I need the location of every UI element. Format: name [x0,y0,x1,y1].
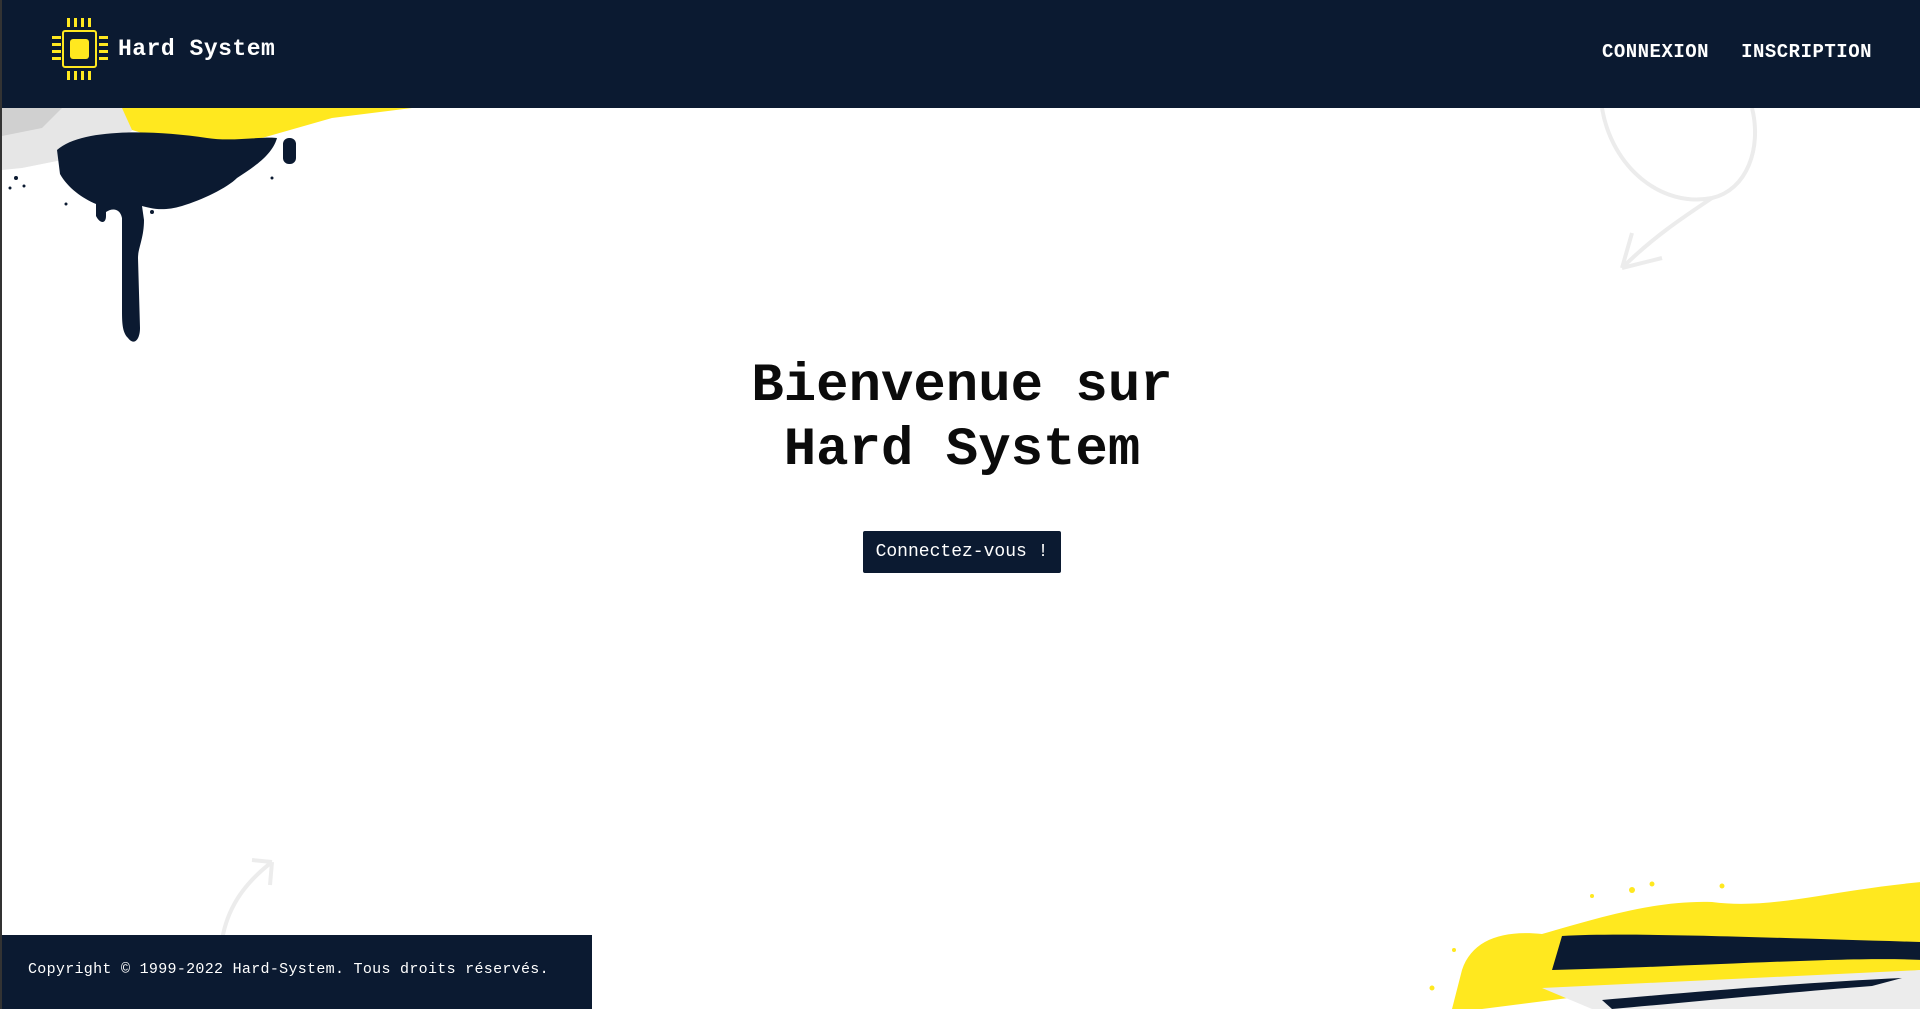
nav-login-link[interactable]: CONNEXION [1602,41,1709,63]
brand-link[interactable]: Hard System [50,16,275,82]
nav-signup-link[interactable]: INSCRIPTION [1741,41,1872,63]
paint-splash-bottom-right [1429,881,1920,1009]
hero-title-line-1: Bienvenue sur [751,356,1173,417]
footer: Copyright © 1999-2022 Hard-System. Tous … [2,935,592,1009]
page: Hard System CONNEXION INSCRIPTION Bienve… [0,0,1920,1009]
top-navbar: Hard System CONNEXION INSCRIPTION [2,0,1920,108]
hero-title: Bienvenue sur Hard System [2,355,1920,483]
main-nav: CONNEXION INSCRIPTION [1602,41,1872,63]
hero-title-line-2: Hard System [783,420,1141,481]
copyright-text: Copyright © 1999-2022 Hard-System. Tous … [28,961,549,978]
arrow-doodle-top-right [1600,108,1757,270]
arrow-doodle-bottom-left [220,858,274,940]
brand-name: Hard System [118,36,276,62]
cpu-chip-icon [52,18,108,80]
paint-splash-top-left [2,108,412,342]
login-cta-button[interactable]: Connectez-vous ! [862,531,1062,573]
hero-section: Bienvenue sur Hard System Connectez-vous… [2,355,1920,573]
